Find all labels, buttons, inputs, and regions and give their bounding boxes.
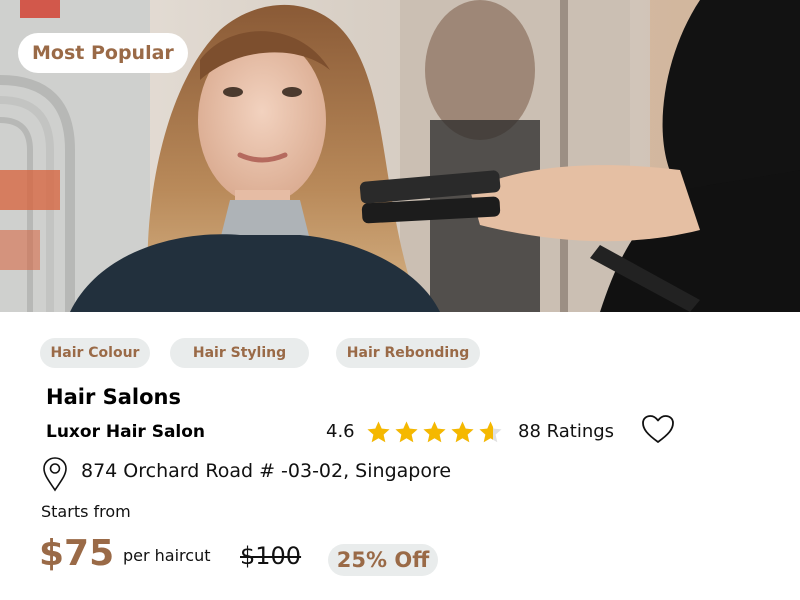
star-icon: [423, 421, 446, 443]
starts-from-label: Starts from: [41, 502, 131, 521]
price-unit: per haircut: [123, 546, 211, 565]
rating-stars: [366, 420, 503, 446]
tag-hair-styling[interactable]: Hair Styling: [170, 338, 309, 368]
salon-address: 874 Orchard Road # -03-02, Singapore: [81, 460, 452, 482]
tag-hair-rebonding[interactable]: Hair Rebonding: [336, 338, 480, 368]
listing-category: Hair Salons: [46, 385, 181, 409]
star-icon: [367, 421, 390, 443]
current-price: $75: [39, 533, 115, 574]
salon-name[interactable]: Luxor Hair Salon: [46, 422, 205, 442]
location-pin-icon: [43, 457, 67, 492]
original-price: $100: [240, 542, 302, 570]
heart-icon[interactable]: [641, 414, 675, 444]
star-icon: [395, 421, 418, 443]
star-icon: [479, 421, 502, 443]
star-icon: [451, 421, 474, 443]
most-popular-badge: Most Popular: [18, 33, 188, 73]
rating-score: 4.6: [326, 421, 355, 442]
discount-badge: 25% Off: [328, 544, 438, 576]
tag-hair-colour[interactable]: Hair Colour: [40, 338, 150, 368]
ratings-count[interactable]: 88 Ratings: [518, 421, 614, 442]
